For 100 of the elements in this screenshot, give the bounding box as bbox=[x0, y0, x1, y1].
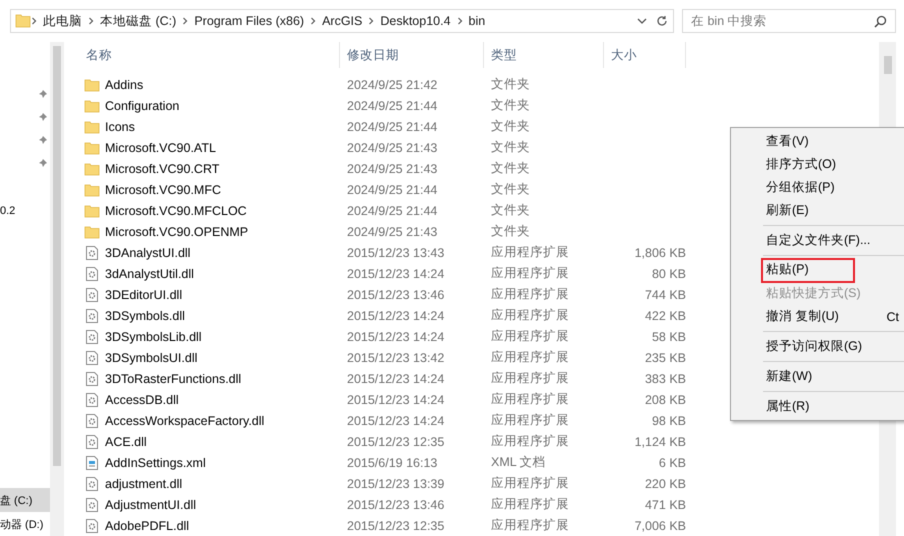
file-name[interactable]: 3DEditorUI.dll bbox=[105, 288, 182, 302]
file-name[interactable]: AddInSettings.xml bbox=[105, 456, 206, 470]
date-cell-text: 2024/9/25 21:44 bbox=[346, 98, 438, 112]
chevron-icon bbox=[31, 17, 37, 25]
size-cell-text: 58 KB bbox=[650, 330, 686, 344]
date-cell-text: 2024/9/25 21:43 bbox=[346, 140, 438, 154]
menu-item[interactable]: 自定义文件夹(F)... bbox=[731, 229, 904, 252]
column-header[interactable]: 名称 bbox=[84, 42, 340, 68]
size-cell-text: 383 KB bbox=[644, 372, 686, 386]
gear-file-icon bbox=[84, 266, 100, 282]
size-cell-text: 471 KB bbox=[644, 498, 686, 512]
nav-item[interactable]: 盘 (C:) bbox=[0, 488, 50, 512]
file-name[interactable]: Microsoft.VC90.OPENMP bbox=[105, 224, 248, 238]
chevron-icon bbox=[368, 17, 374, 25]
type-cell-text: 应用程序扩展 bbox=[490, 475, 570, 492]
gear-file-icon bbox=[84, 412, 100, 428]
menu-item[interactable]: 新建(W) bbox=[731, 365, 904, 388]
column-header[interactable]: 修改日期 bbox=[340, 42, 484, 68]
size-cell-text: 744 KB bbox=[644, 288, 686, 302]
file-name[interactable]: Configuration bbox=[105, 98, 180, 112]
highlight-frame: 粘贴(P) bbox=[761, 258, 855, 283]
type-cell-text: 文件夹 bbox=[490, 202, 531, 219]
breadcrumb[interactable]: bin bbox=[462, 14, 492, 28]
address-bar[interactable]: 此电脑 本地磁盘 (C:) Program Files (x86) ArcGIS Desktop10.4 bin bbox=[10, 9, 674, 33]
file-name[interactable]: 3DSymbolsLib.dll bbox=[105, 330, 202, 344]
type-cell-text: 文件夹 bbox=[490, 76, 531, 93]
column-header[interactable]: 大小 bbox=[604, 42, 686, 68]
file-name[interactable]: adjustment.dll bbox=[105, 476, 182, 490]
menu-item[interactable]: 撤消 复制(U) Ct bbox=[731, 305, 904, 328]
gear-file-icon bbox=[84, 286, 100, 302]
date-cell-text: 2015/12/23 14:24 bbox=[346, 266, 446, 280]
type-cell-text: 应用程序扩展 bbox=[490, 265, 570, 282]
dropdown-icon[interactable] bbox=[637, 17, 647, 25]
folder-icon bbox=[15, 13, 31, 29]
date-cell-text: 2015/12/23 14:24 bbox=[346, 392, 446, 406]
type-cell-text: 应用程序扩展 bbox=[490, 244, 570, 261]
file-name[interactable]: Microsoft.VC90.CRT bbox=[105, 162, 220, 176]
file-name[interactable]: Microsoft.VC90.ATL bbox=[105, 140, 216, 154]
search-field[interactable]: 在 bin 中搜索 bbox=[682, 9, 896, 33]
gear-file-icon bbox=[84, 244, 100, 260]
scrollbar[interactable] bbox=[50, 42, 64, 536]
date-cell-text: 2024/9/25 21:44 bbox=[346, 182, 438, 196]
size-cell-text: 7,006 KB bbox=[634, 518, 686, 532]
xml-file-icon bbox=[84, 454, 100, 470]
type-cell-text: 应用程序扩展 bbox=[490, 307, 570, 324]
size-cell-text: 220 KB bbox=[644, 476, 686, 490]
date-cell-text: 2024/9/25 21:43 bbox=[346, 162, 438, 176]
type-cell-text: 应用程序扩展 bbox=[490, 349, 570, 366]
file-name[interactable]: Icons bbox=[105, 120, 135, 134]
file-name[interactable]: Addins bbox=[105, 78, 144, 92]
menu-item[interactable]: 刷新(E) bbox=[731, 199, 904, 222]
file-name[interactable]: 3DSymbols.dll bbox=[105, 308, 185, 322]
breadcrumb[interactable]: Desktop10.4 bbox=[374, 14, 457, 28]
file-name[interactable]: ACE.dll bbox=[105, 434, 147, 448]
menu-item[interactable]: 粘贴(P) bbox=[731, 259, 904, 282]
file-name[interactable]: 3DAnalystUI.dll bbox=[105, 246, 190, 260]
nav-item[interactable]: 动器 (D:) bbox=[0, 512, 50, 536]
type-cell-text: XML 文档 bbox=[490, 454, 547, 471]
breadcrumb[interactable]: ArcGIS bbox=[316, 14, 368, 28]
breadcrumb[interactable]: Program Files (x86) bbox=[188, 14, 310, 28]
size-cell-text: 1,124 KB bbox=[634, 434, 686, 448]
file-name[interactable]: Microsoft.VC90.MFC bbox=[105, 182, 221, 196]
menu-item[interactable]: 排序方式(O) bbox=[731, 153, 904, 176]
size-cell-text: 1,806 KB bbox=[634, 246, 686, 260]
gear-file-icon bbox=[84, 434, 100, 450]
type-cell-text: 应用程序扩展 bbox=[490, 412, 570, 429]
column-header[interactable]: 类型 bbox=[484, 42, 604, 68]
file-name[interactable]: 3DSymbolsUI.dll bbox=[105, 350, 198, 364]
type-cell-text: 应用程序扩展 bbox=[490, 496, 570, 513]
folder-icon bbox=[84, 76, 100, 92]
file-name[interactable]: AdjustmentUI.dll bbox=[105, 498, 196, 512]
gear-file-icon bbox=[84, 328, 100, 344]
folder-icon bbox=[84, 202, 100, 218]
breadcrumb[interactable]: 本地磁盘 (C:) bbox=[94, 12, 182, 30]
breadcrumb[interactable]: 此电脑 bbox=[37, 12, 88, 30]
gear-file-icon bbox=[84, 518, 100, 534]
search-icon bbox=[874, 14, 887, 28]
chevron-icon bbox=[456, 17, 463, 25]
date-cell-text: 2024/9/25 21:43 bbox=[346, 224, 438, 238]
file-name[interactable]: Microsoft.VC90.MFCLOC bbox=[105, 204, 247, 218]
nav-item[interactable]: 0.2 bbox=[0, 200, 50, 222]
menu-item[interactable]: 属性(R) bbox=[731, 395, 904, 418]
file-name[interactable]: AccessWorkspaceFactory.dll bbox=[105, 414, 264, 428]
menu-item[interactable]: 授予访问权限(G) bbox=[731, 335, 904, 358]
file-name[interactable]: AccessDB.dll bbox=[105, 392, 179, 406]
type-cell-text: 应用程序扩展 bbox=[490, 433, 570, 450]
menu-item: 粘贴快捷方式(S) bbox=[765, 285, 862, 302]
type-cell-text: 应用程序扩展 bbox=[490, 286, 570, 303]
file-name[interactable]: AdobePDFL.dll bbox=[105, 518, 190, 532]
folder-icon bbox=[84, 224, 100, 240]
size-cell-text: 422 KB bbox=[644, 308, 686, 322]
menu-item[interactable]: 分组依据(P) bbox=[731, 176, 904, 199]
type-cell-text: 应用程序扩展 bbox=[490, 328, 570, 345]
type-cell-text: 文件夹 bbox=[490, 118, 531, 135]
file-name[interactable]: 3DToRasterFunctions.dll bbox=[105, 372, 242, 386]
size-cell-text: 6 KB bbox=[658, 456, 686, 470]
refresh-icon[interactable] bbox=[655, 14, 669, 28]
chevron-icon bbox=[310, 17, 316, 25]
menu-item[interactable]: 查看(V) bbox=[731, 130, 904, 153]
file-name[interactable]: 3dAnalystUtil.dll bbox=[105, 266, 194, 280]
